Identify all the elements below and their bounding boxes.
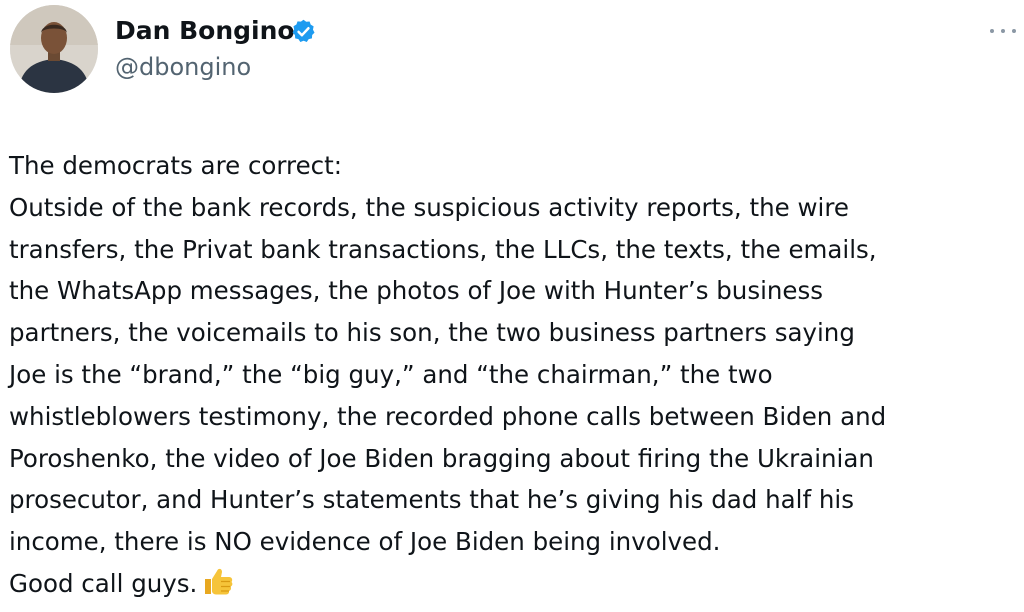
tweet-line: whistleblowers testimony, the recorded p… (9, 401, 887, 431)
tweet-line: prosecutor, and Hunter’s statements that… (9, 485, 854, 515)
tweet-line-last: Good call guys. (9, 563, 1021, 605)
tweet-line: Poroshenko, the video of Joe Biden bragg… (9, 443, 874, 473)
tweet-line: Outside of the bank records, the suspici… (9, 192, 849, 222)
tweet-text: The democrats are correct: Outside of th… (9, 145, 1021, 605)
tweet-line: partners, the voicemails to his son, the… (9, 318, 855, 348)
tweet-line: income, there is NO evidence of Joe Bide… (9, 527, 721, 557)
verified-badge-icon (290, 18, 317, 45)
tweet-line: Joe is the “brand,” the “big guy,” and “… (9, 359, 773, 389)
thumbs-up-icon (201, 566, 235, 596)
tweet-line-text: Good call guys. (9, 568, 198, 598)
tweet-line: the WhatsApp messages, the photos of Joe… (9, 276, 824, 306)
tweet-card: Dan Bongino @dbongino The democrats are … (0, 0, 1024, 612)
avatar-photo (10, 5, 98, 93)
tweet-line: transfers, the Privat bank transactions,… (9, 234, 877, 264)
more-options-icon[interactable] (990, 24, 1016, 38)
author-handle[interactable]: @dbongino (115, 52, 251, 82)
tweet-line: The democrats are correct: (9, 151, 342, 180)
avatar[interactable] (10, 5, 98, 93)
author-display-name[interactable]: Dan Bongino (115, 16, 295, 46)
